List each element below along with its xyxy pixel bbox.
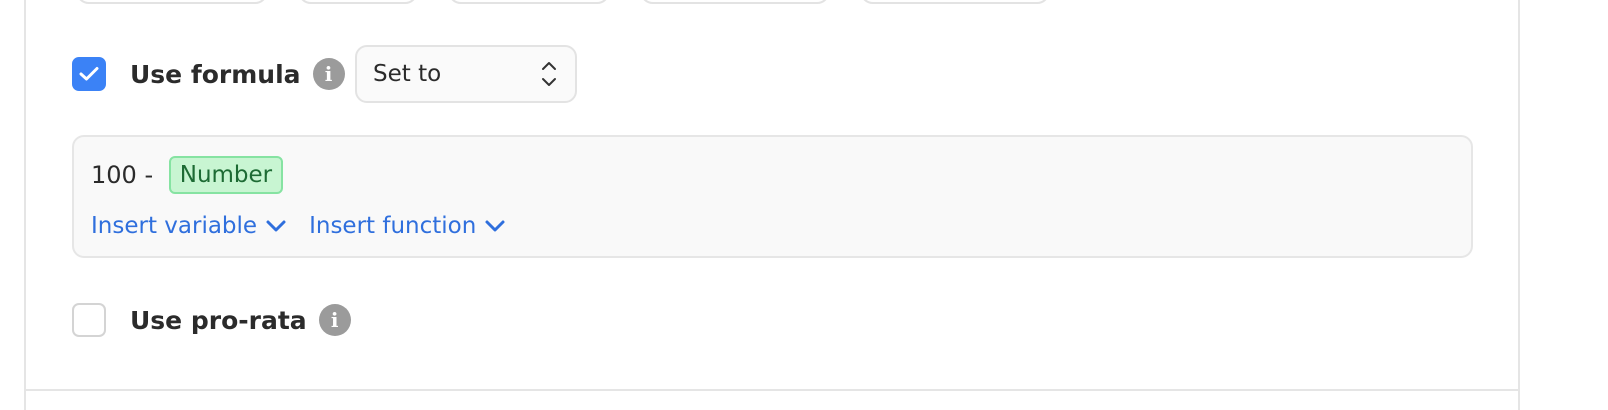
formula-insert-links: Insert variable Insert function — [91, 213, 506, 239]
formula-mode-value: Set to — [373, 61, 442, 87]
partial-option-chip[interactable] — [448, 0, 610, 4]
use-prorata-checkbox[interactable] — [72, 303, 106, 337]
info-icon[interactable]: i — [312, 58, 345, 90]
formula-mode-select[interactable]: Set to — [355, 45, 577, 103]
variable-chip-number[interactable]: Number — [168, 156, 284, 194]
chevron-down-icon — [485, 220, 505, 232]
insert-function-link[interactable]: Insert function — [309, 213, 506, 239]
checkmark-icon — [79, 67, 99, 81]
use-prorata-label: Use pro-rata — [130, 305, 307, 335]
formula-expression[interactable]: 100 - Number — [91, 156, 284, 194]
use-formula-label: Use formula — [130, 59, 301, 89]
use-formula-row: Use formula i — [72, 57, 345, 91]
info-icon[interactable]: i — [318, 304, 351, 336]
partial-option-chip[interactable] — [76, 0, 268, 4]
formula-editor[interactable]: 100 - Number Insert variable Insert func… — [72, 135, 1473, 258]
insert-function-label: Insert function — [309, 213, 477, 239]
use-prorata-row: Use pro-rata i — [72, 303, 351, 337]
chevron-up-down-icon — [542, 62, 556, 86]
insert-variable-link[interactable]: Insert variable — [91, 213, 287, 239]
partial-option-chip[interactable] — [640, 0, 830, 4]
partial-option-chip[interactable] — [298, 0, 418, 4]
next-section-edge — [24, 391, 1520, 410]
use-formula-checkbox[interactable] — [72, 57, 106, 91]
partial-option-chip[interactable] — [860, 0, 1050, 4]
insert-variable-label: Insert variable — [91, 213, 258, 239]
formula-text: 100 - — [91, 161, 161, 189]
chevron-down-icon — [266, 220, 286, 232]
